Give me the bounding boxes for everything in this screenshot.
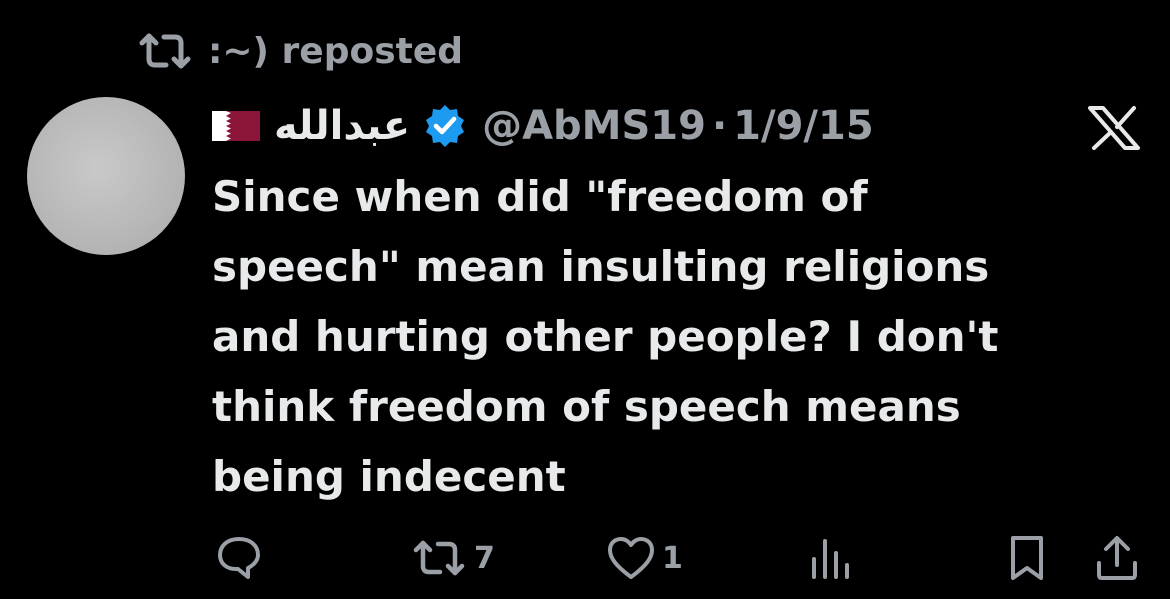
tweet-line: and hurting other people? I don't (212, 312, 999, 361)
avatar[interactable] (27, 97, 185, 255)
like-count: 1 (662, 540, 683, 576)
reply-icon (218, 537, 260, 579)
tweet-line: being indecent (212, 452, 566, 501)
repost-button[interactable]: 7 (410, 530, 495, 586)
author-handle[interactable]: @AbMS19 (482, 103, 706, 149)
tweet-header: عبدالله @AbMS19 · 1/9/15 (212, 96, 874, 156)
qatar-flag-icon (212, 111, 260, 141)
x-logo-icon (1088, 106, 1140, 150)
author-display-name[interactable]: عبدالله (274, 103, 410, 149)
bookmark-button[interactable] (1006, 530, 1048, 586)
share-button[interactable] (1094, 530, 1140, 586)
tweet-body: Since when did "freedom of speech" mean … (212, 162, 1112, 512)
bookmark-icon (1011, 536, 1043, 580)
repost-icon (139, 33, 191, 69)
repost-icon (413, 540, 465, 576)
views-button[interactable] (806, 530, 854, 586)
share-icon (1097, 536, 1137, 580)
repost-context-label: :~) reposted (208, 30, 464, 72)
verified-badge-icon (426, 105, 465, 147)
tweet-line: speech" mean insulting religions (212, 242, 990, 291)
action-bar: 7 1 (0, 530, 1170, 590)
views-chart-icon (812, 539, 849, 579)
like-button[interactable]: 1 (606, 530, 683, 586)
reply-button[interactable] (214, 530, 264, 586)
heart-icon (608, 537, 654, 579)
tweet-date[interactable]: 1/9/15 (733, 103, 874, 149)
repost-context[interactable]: :~) reposted (136, 26, 463, 76)
repost-count: 7 (474, 540, 495, 576)
separator-dot: · (711, 103, 728, 149)
tweet-line: Since when did "freedom of (212, 172, 868, 221)
tweet-line: think freedom of speech means (212, 382, 961, 431)
